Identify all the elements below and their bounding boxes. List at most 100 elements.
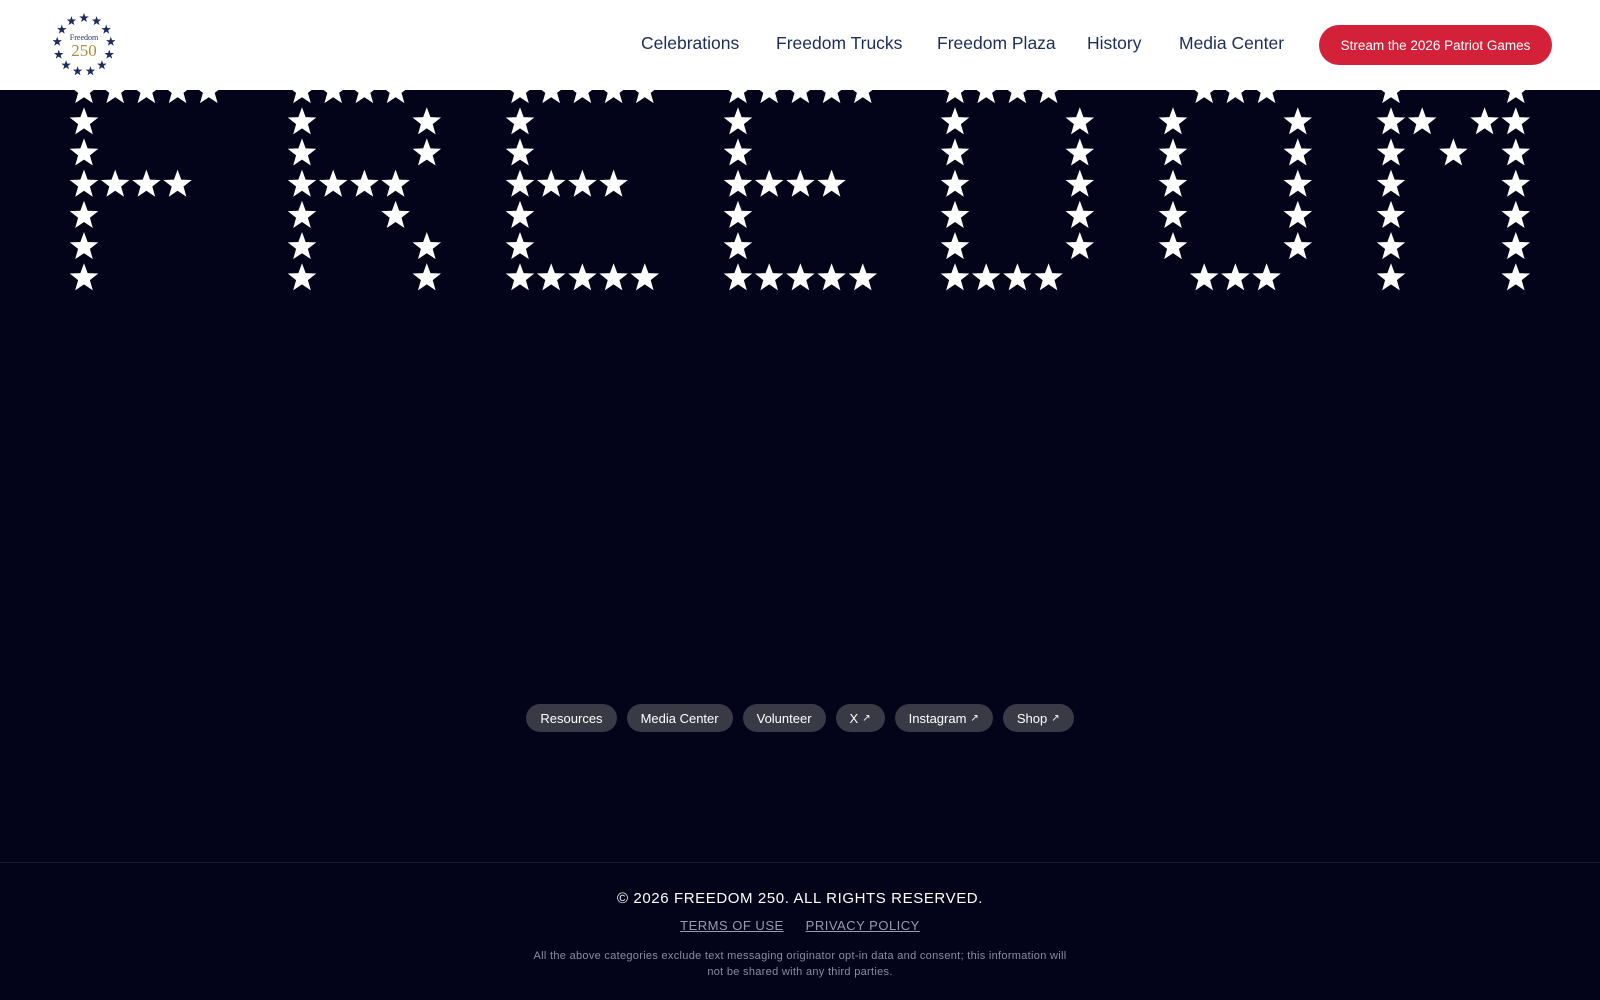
letter-star: [1501, 263, 1531, 291]
letter-star: [1501, 200, 1531, 228]
footer-links: Resources Media Center Volunteer X ↗ Ins…: [0, 704, 1600, 732]
logo-star: [85, 66, 96, 76]
letter-m: [1376, 90, 1531, 291]
letter-star: [940, 232, 970, 260]
letter-f: [69, 90, 219, 291]
letter-star: [74, 90, 94, 104]
letter-star: [1506, 90, 1526, 104]
logo-star: [104, 49, 114, 59]
letter-star: [1283, 169, 1313, 197]
letter-star: [572, 90, 593, 104]
letter-star: [1158, 200, 1188, 228]
letter-star: [136, 90, 157, 104]
logo-star: [106, 36, 116, 46]
letter-star: [105, 90, 125, 104]
logo-star: [101, 24, 111, 34]
footer-link-x[interactable]: X ↗: [835, 704, 885, 732]
letter-o: [1158, 90, 1313, 291]
freedom-250-logo[interactable]: Freedom 250: [50, 12, 118, 78]
letter-star: [971, 263, 1001, 291]
letter-star: [759, 90, 779, 104]
letter-star: [167, 90, 188, 104]
copyright-text: © 2026 FREEDOM 250. ALL RIGHTS RESERVED.: [616, 890, 983, 907]
footer-link-shop[interactable]: Shop ↗: [1002, 704, 1074, 732]
letter-star: [723, 107, 753, 135]
logo-star: [97, 60, 107, 70]
letter-star: [940, 138, 970, 166]
letter-star: [505, 169, 535, 197]
letter-e: [723, 90, 878, 291]
letter-star: [163, 169, 192, 197]
letter-star: [635, 90, 655, 104]
footer-link-media-center[interactable]: Media Center: [626, 704, 733, 732]
letter-star: [568, 263, 597, 291]
letter-star: [69, 200, 99, 228]
footer-link-instagram[interactable]: Instagram ↗: [894, 704, 993, 732]
legal-links: TERMS OF USE PRIVACY POLICY: [0, 918, 1600, 933]
letter-star: [723, 263, 753, 291]
letter-star: [1158, 169, 1188, 197]
letter-star: [505, 107, 535, 135]
letter-star: [790, 90, 811, 104]
letter-star: [505, 263, 535, 291]
letter-star: [940, 107, 970, 135]
letter-star: [1034, 263, 1063, 291]
letter-star: [821, 90, 842, 104]
letter-star: [1194, 90, 1214, 104]
letter-star: [287, 232, 317, 260]
letter-star: [940, 263, 970, 291]
pill-label: Instagram: [908, 710, 967, 726]
letter-star: [510, 90, 530, 104]
letter-star: [292, 90, 312, 104]
letter-r: [287, 90, 442, 291]
nav-history[interactable]: History: [1087, 33, 1141, 54]
stream-patriot-games-button[interactable]: Stream the 2026 Patriot Games: [1319, 25, 1552, 65]
privacy-policy-link[interactable]: PRIVACY POLICY: [806, 918, 920, 933]
letter-star: [1381, 90, 1401, 104]
logo-star: [91, 16, 102, 26]
letter-star: [1158, 107, 1188, 135]
letter-star: [412, 232, 442, 260]
letter-star: [599, 169, 628, 197]
letter-star: [1439, 138, 1468, 166]
letter-star: [536, 169, 566, 197]
external-link-icon: ↗: [970, 712, 979, 724]
letter-star: [1501, 232, 1531, 260]
letter-star: [817, 169, 846, 197]
letter-star: [1065, 107, 1095, 135]
pill-label: X: [849, 710, 859, 726]
letter-star: [853, 90, 873, 104]
letter-star: [1221, 263, 1250, 291]
letter-star: [385, 90, 406, 104]
nav-media-center[interactable]: Media Center: [1179, 33, 1284, 54]
letter-star: [287, 263, 317, 291]
letter-star: [1065, 169, 1095, 197]
letter-star: [940, 169, 970, 197]
letter-star: [1501, 138, 1531, 166]
letter-star: [1376, 232, 1406, 260]
pill-label: Shop: [1016, 710, 1048, 726]
nav-celebrations[interactable]: Celebrations: [641, 33, 739, 54]
letter-star: [1376, 138, 1406, 166]
nav-freedom-trucks[interactable]: Freedom Trucks: [776, 33, 902, 54]
terms-of-use-link[interactable]: TERMS OF USE: [680, 918, 784, 933]
sms-disclaimer: All the above categories exclude text me…: [533, 950, 1067, 978]
letter-star: [1065, 200, 1095, 228]
logo-star: [61, 60, 71, 70]
letter-star: [1501, 107, 1531, 135]
letter-star: [848, 263, 878, 291]
nav-freedom-plaza[interactable]: Freedom Plaza: [937, 33, 1056, 54]
letter-star: [1225, 90, 1246, 104]
footer-link-resources[interactable]: Resources: [526, 704, 617, 732]
footer-link-volunteer[interactable]: Volunteer: [742, 704, 826, 732]
logo-star: [79, 13, 89, 23]
letter-star: [287, 138, 317, 166]
letter-star: [568, 169, 597, 197]
pill-label: Volunteer: [756, 710, 812, 726]
letter-star: [381, 200, 410, 228]
letter-star: [599, 263, 628, 291]
letter-star: [323, 90, 343, 104]
logo-star: [57, 24, 67, 34]
letter-star: [1256, 90, 1277, 104]
letter-star: [1376, 107, 1406, 135]
